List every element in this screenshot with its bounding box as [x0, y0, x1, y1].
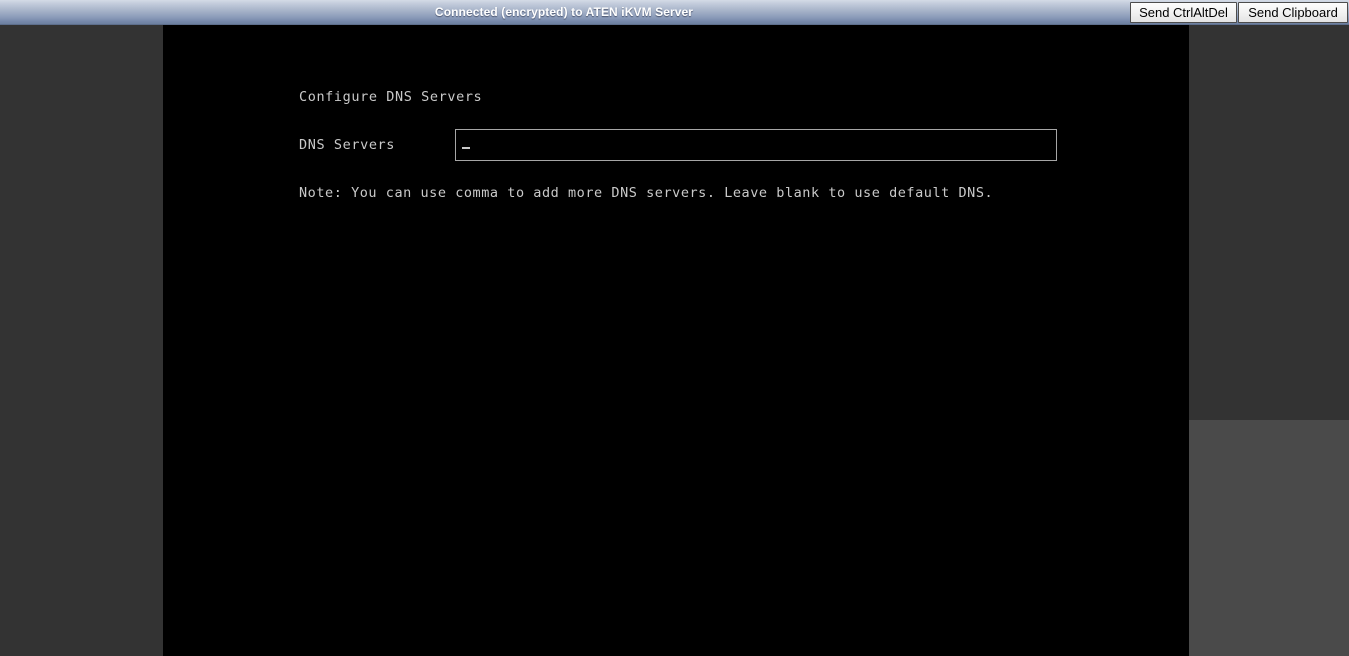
text-cursor	[462, 147, 470, 149]
kvm-viewer-window: Connected (encrypted) to ATEN iKVM Serve…	[0, 0, 1349, 656]
backdrop-right-fill-decoration	[1189, 420, 1349, 656]
send-ctrl-alt-del-button[interactable]: Send CtrlAltDel	[1130, 2, 1237, 23]
connection-status-title: Connected (encrypted) to ATEN iKVM Serve…	[434, 5, 694, 19]
dns-servers-input-value	[462, 133, 470, 159]
remote-console-screen[interactable]: Configure DNS Servers DNS Servers Note: …	[163, 25, 1189, 656]
dns-servers-input[interactable]	[455, 129, 1057, 161]
dns-servers-label: DNS Servers	[299, 137, 396, 153]
title-bar: Connected (encrypted) to ATEN iKVM Serve…	[0, 0, 1349, 25]
dns-servers-note: Note: You can use comma to add more DNS …	[299, 185, 994, 201]
configure-dns-servers-heading: Configure DNS Servers	[299, 89, 483, 105]
send-clipboard-button[interactable]: Send Clipboard	[1238, 2, 1348, 23]
